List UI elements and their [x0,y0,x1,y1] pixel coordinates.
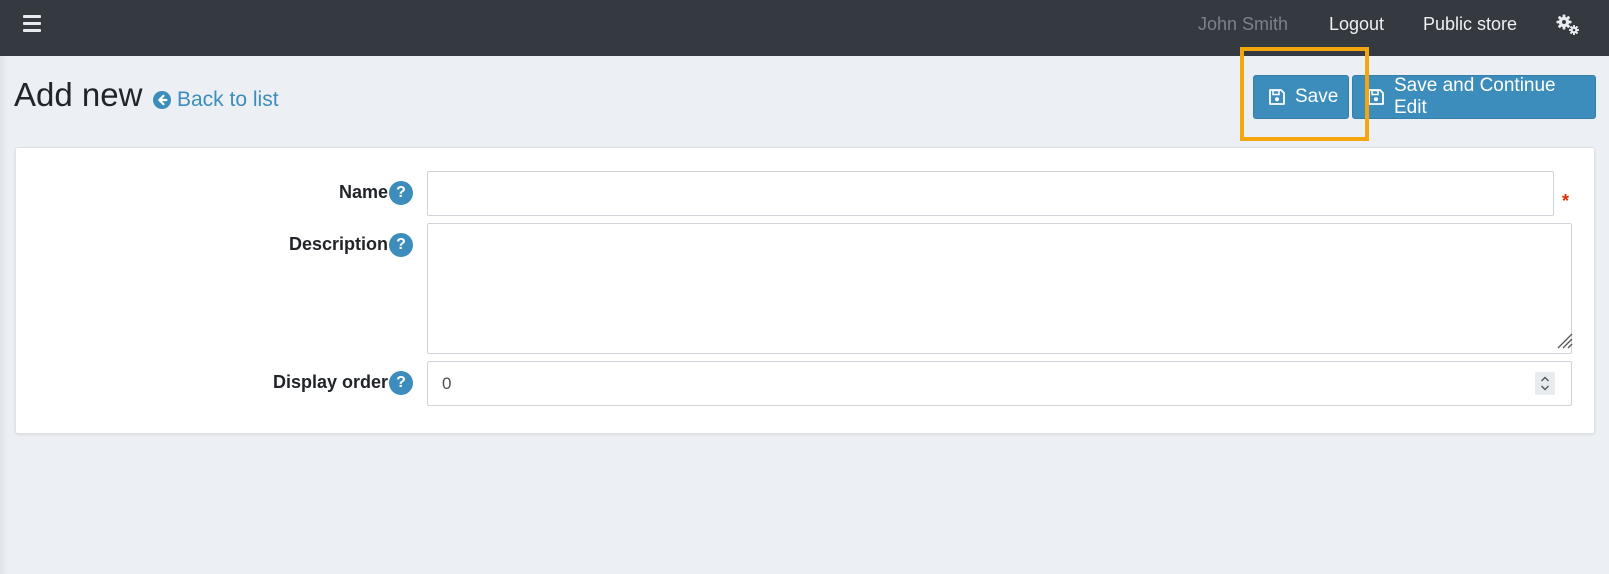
resize-handle-icon[interactable] [1554,328,1574,350]
name-input[interactable] [427,171,1554,216]
display-order-value: 0 [442,373,452,393]
floppy-disk-icon [1368,89,1384,105]
form-card: Name ? * Description ? Display order ? 0 [15,147,1595,434]
description-label: Description [288,234,388,254]
required-marker: * [1562,191,1570,211]
display-order-help-icon[interactable]: ? [389,371,413,395]
nav-public-store-link[interactable]: Public store [1423,14,1517,35]
name-help-icon[interactable]: ? [389,181,413,205]
arrow-circle-left-icon [153,91,171,109]
back-to-list-label: Back to list [177,88,279,111]
description-textarea[interactable] [427,223,1572,354]
page-title: Add new [14,76,143,113]
floppy-disk-icon [1269,89,1285,105]
name-label: Name [338,182,388,202]
top-navbar: John Smith Logout Public store [0,0,1609,56]
back-to-list-link[interactable]: Back to list [153,88,279,112]
display-order-label: Display order [272,372,388,392]
gears-icon[interactable] [1555,13,1581,37]
hamburger-menu-icon[interactable] [23,15,41,32]
display-order-input[interactable]: 0 [427,361,1572,406]
stepper-icon[interactable] [1535,372,1555,395]
description-help-icon[interactable]: ? [389,233,413,257]
nav-user-name: John Smith [1198,14,1289,34]
save-button[interactable]: Save [1253,75,1349,119]
save-and-continue-button[interactable]: Save and Continue Edit [1352,75,1596,119]
save-and-continue-label: Save and Continue Edit [1394,75,1556,118]
nav-logout-link[interactable]: Logout [1329,14,1384,35]
save-button-label: Save [1295,86,1339,107]
left-edge [0,56,8,574]
